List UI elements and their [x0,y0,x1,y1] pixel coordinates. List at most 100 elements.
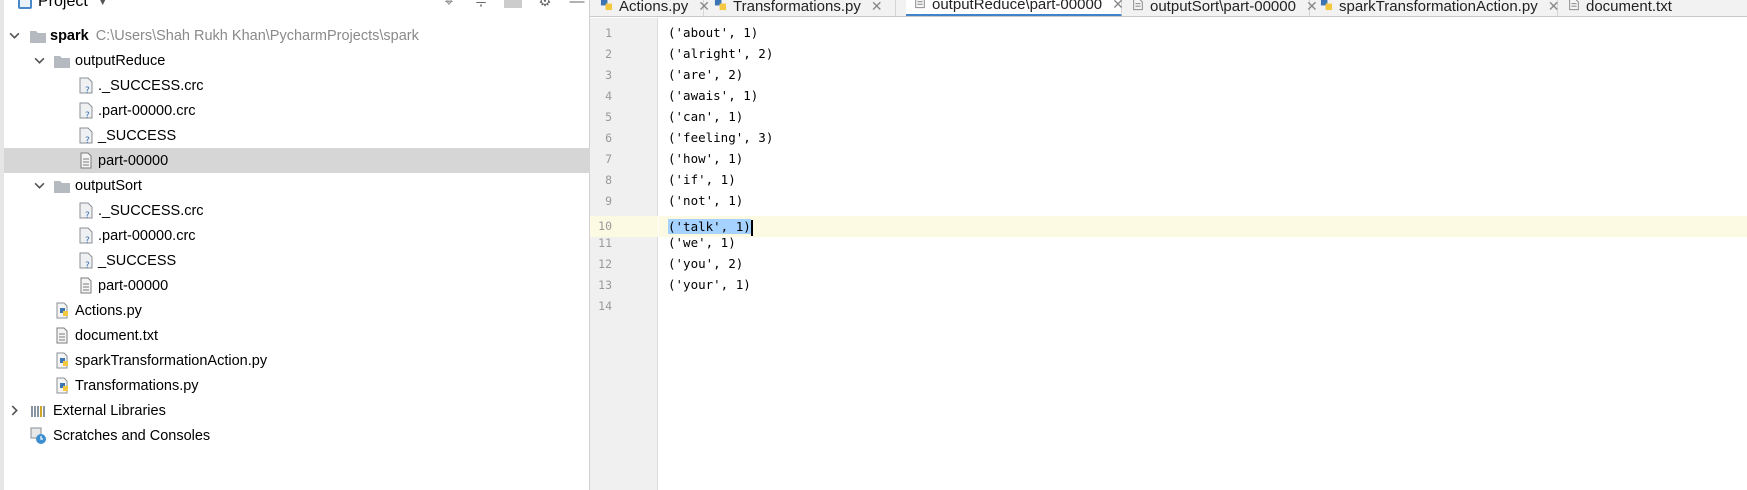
line-number: 3 [605,68,612,82]
tree-node-file[interactable]: ? .part-00000.crc [4,98,590,123]
line-number: 6 [605,131,612,145]
file-label: ._SUCCESS.crc [98,77,204,94]
tree-node-file[interactable]: Actions.py [4,298,590,323]
text-file-icon [78,277,94,294]
file-label: document.txt [75,327,159,344]
unknown-file-icon: ? [78,127,94,144]
python-file-icon [54,302,70,319]
code-line[interactable]: ('you', 2) [668,253,743,274]
line-number: 7 [605,152,612,166]
line-number: 1 [605,26,612,40]
collapse-all-icon[interactable]: ≑ [472,0,490,10]
line-number: 8 [605,173,612,187]
tab-label: outputSort\part-00000 [1150,0,1296,15]
chevron-down-icon[interactable] [33,55,45,67]
text-file-icon [914,0,926,13]
tab-label: outputReduce\part-00000 [932,0,1103,13]
close-icon[interactable]: ✕ [1112,0,1124,13]
line-number: 5 [605,110,612,124]
tree-node-spark-root[interactable]: spark C:\Users\Shah Rukh Khan\PycharmProj… [4,23,590,48]
project-view-selector[interactable]: Project ▼ [18,0,108,11]
line-number: 9 [605,194,612,208]
tree-node-file[interactable]: document.txt [4,323,590,348]
code-line[interactable]: ('alright', 2) [668,43,773,64]
code-line[interactable]: ('are', 2) [668,64,743,85]
tree-node-file-selected[interactable]: part-00000 [4,148,590,173]
scratches-label: Scratches and Consoles [53,427,211,444]
unknown-file-icon: ? [78,252,94,269]
unknown-file-icon: ? [78,102,94,119]
code-line[interactable]: ('we', 1) [668,232,736,253]
chevron-down-icon: ▼ [97,0,108,8]
tree-node-file[interactable]: ? ._SUCCESS.crc [4,73,590,98]
tab-outputsort-part-00000[interactable]: outputSort\part-00000 ✕ [1124,0,1318,16]
code-line[interactable]: ('your', 1) [668,274,751,295]
tab-actions-py[interactable]: Actions.py ✕ [592,0,710,16]
text-file-icon [78,152,94,169]
project-icon [18,0,32,9]
code-line[interactable]: ('how', 1) [668,148,743,169]
code-line[interactable]: ('not', 1) [668,190,743,211]
folder-icon [54,177,70,194]
tab-transformations-py[interactable]: Transformations.py ✕ [706,0,896,16]
code-editor[interactable]: 1 2 3 4 5 6 7 8 9 10 11 12 13 14 ('about… [590,18,1747,490]
current-line-highlight [659,216,1747,237]
line-number: 11 [598,236,612,250]
folder-icon [54,52,70,69]
svg-text:?: ? [85,111,90,119]
tree-node-file[interactable]: ? _SUCCESS [4,248,590,273]
gear-icon[interactable]: ⚙ [536,0,554,10]
library-icon [30,402,46,419]
unknown-file-icon: ? [78,77,94,94]
file-label: part-00000 [98,152,169,169]
tree-node-outputsort[interactable]: outputSort [4,173,590,198]
tree-node-file[interactable]: sparkTransformationAction.py [4,348,590,373]
svg-text:?: ? [85,261,90,269]
project-panel-header: Project ▼ ⌖ ≑ ⚙ — [4,0,590,14]
line-number: 10 [598,219,612,233]
tree-node-scratches[interactable]: Scratches and Consoles [4,423,590,448]
line-number: 13 [598,278,612,292]
file-label: part-00000 [98,277,169,294]
chevron-down-icon[interactable] [33,180,45,192]
tab-label: document.txt [1586,0,1672,15]
folder-icon [30,27,46,44]
text-file-icon [1568,0,1580,15]
code-line[interactable]: ('can', 1) [668,106,743,127]
tab-document-txt[interactable]: document.txt [1560,0,1747,16]
tree-node-file[interactable]: part-00000 [4,273,590,298]
code-line[interactable]: ('about', 1) [668,22,758,43]
tab-sparktransformationaction-py[interactable]: sparkTransformationAction.py ✕ [1312,0,1560,16]
line-number: 14 [598,299,612,313]
chevron-right-icon[interactable] [8,405,20,417]
tree-node-external-libraries[interactable]: External Libraries [4,398,590,423]
tab-outputreduce-part-00000[interactable]: outputReduce\part-00000 ✕ [906,0,1124,16]
close-icon[interactable]: ✕ [1548,0,1560,15]
code-line[interactable]: ('if', 1) [668,169,736,190]
svg-text:?: ? [85,136,90,144]
unknown-file-icon: ? [78,202,94,219]
tab-label: Transformations.py [733,0,861,15]
tree-node-file[interactable]: ? .part-00000.crc [4,223,590,248]
tree-node-file[interactable]: ? ._SUCCESS.crc [4,198,590,223]
project-tree: spark C:\Users\Shah Rukh Khan\PycharmProj… [4,23,590,448]
locate-file-icon[interactable]: ⌖ [440,0,458,10]
project-panel-title: Project [38,0,88,10]
hide-panel-icon[interactable]: — [568,0,586,10]
unknown-file-icon: ? [78,227,94,244]
close-icon[interactable]: ✕ [871,0,883,15]
project-tool-window: Project ▼ ⌖ ≑ ⚙ — spark C:\Users\Shah Ruk… [0,0,590,490]
tree-node-file[interactable]: ? _SUCCESS [4,123,590,148]
text-caret [750,219,753,236]
code-line[interactable]: ('feeling', 3) [668,127,773,148]
file-label: ._SUCCESS.crc [98,202,204,219]
tree-node-outputreduce[interactable]: outputReduce [4,48,590,73]
python-file-icon [54,352,70,369]
svg-text:?: ? [85,86,90,94]
python-file-icon [600,0,613,15]
file-label: _SUCCESS [98,252,177,269]
code-line[interactable]: ('awais', 1) [668,85,758,106]
chevron-down-icon[interactable] [8,30,20,42]
tree-node-file[interactable]: Transformations.py [4,373,590,398]
file-label: .part-00000.crc [98,102,196,119]
